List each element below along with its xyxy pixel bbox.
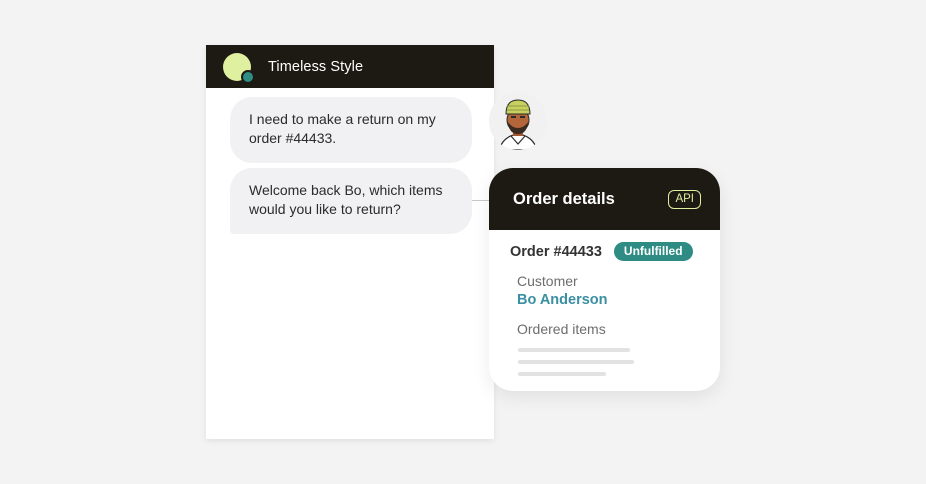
customer-label: Customer	[517, 273, 578, 289]
order-row: Order #44433 Unfulfilled	[489, 230, 720, 261]
item-placeholder-line	[518, 348, 630, 352]
order-number: Order #44433	[510, 243, 602, 260]
brand-name: Timeless Style	[268, 58, 364, 75]
status-badge: Unfulfilled	[613, 242, 693, 261]
api-badge: API	[668, 189, 701, 209]
order-card-title: Order details	[513, 189, 615, 208]
chat-window: Timeless Style I need to make a return o…	[206, 45, 494, 439]
chat-header: Timeless Style	[206, 45, 494, 88]
agent-message: Welcome back Bo, which items would you l…	[230, 168, 472, 234]
order-details-card: Order details API Order #44433 Unfulfill…	[489, 168, 720, 391]
customer-name-link[interactable]: Bo Anderson	[517, 292, 720, 308]
online-status-dot	[241, 69, 255, 84]
ordered-items-label: Ordered items	[517, 321, 606, 337]
item-placeholder-line	[518, 372, 606, 376]
customer-avatar	[489, 92, 547, 150]
order-card-header: Order details API	[489, 168, 720, 230]
brand-logo-icon	[223, 52, 255, 84]
item-placeholder-line	[518, 360, 634, 364]
customer-message: I need to make a return on my order #444…	[230, 97, 472, 163]
